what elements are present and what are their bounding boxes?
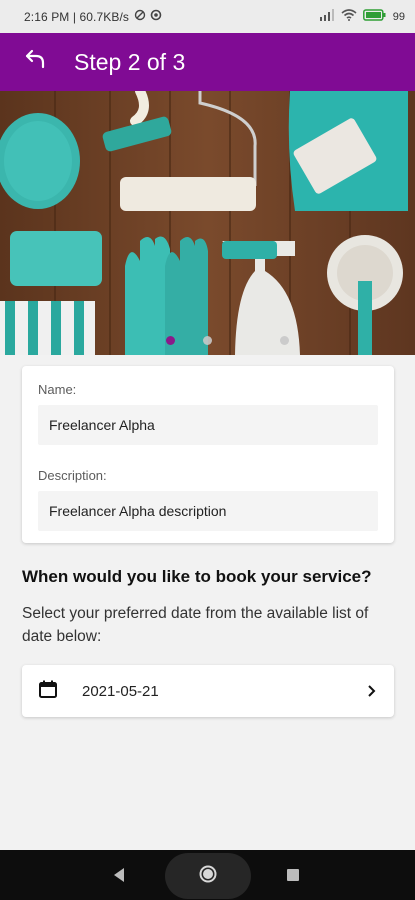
provider-info-card: Name: Freelancer Alpha Description: Free… [22, 366, 394, 543]
signal-icon [319, 9, 335, 24]
battery-icon [362, 9, 387, 24]
cleaning-supplies-photo [0, 91, 415, 355]
nav-home-button[interactable] [165, 853, 251, 899]
name-field: Freelancer Alpha [38, 405, 378, 445]
battery-level: 99 [392, 10, 405, 23]
data-saver-icon [134, 9, 146, 24]
page-title: Step 2 of 3 [74, 48, 186, 75]
system-nav-bar [0, 850, 415, 900]
nav-back-icon[interactable] [112, 867, 126, 888]
home-circle-icon [198, 864, 218, 889]
wifi-icon [341, 9, 357, 24]
back-arrow-icon [23, 48, 47, 77]
description-value: Freelancer Alpha description [49, 503, 227, 519]
status-time: 2:16 PM | 60.7KB/s [24, 9, 129, 24]
selected-date: 2021-05-21 [82, 682, 159, 700]
calendar-icon [38, 679, 58, 704]
nav-recents-icon[interactable] [287, 869, 299, 881]
date-selector[interactable]: 2021-05-21 [22, 665, 394, 717]
name-value: Freelancer Alpha [49, 417, 155, 433]
sync-icon [150, 9, 162, 24]
carousel-dot-1[interactable] [166, 336, 175, 345]
chevron-right-icon [366, 684, 378, 698]
booking-subheading: Select your preferred date from the avai… [22, 605, 369, 645]
app-bar: Step 2 of 3 [0, 33, 415, 91]
carousel-dot-2[interactable] [203, 336, 212, 345]
carousel-dot-3[interactable] [280, 336, 289, 345]
status-bar: 2:16 PM | 60.7KB/s 99 [0, 0, 415, 33]
description-field: Freelancer Alpha description [38, 491, 378, 531]
booking-heading: When would you like to book your service… [22, 567, 372, 586]
name-label: Name: [38, 382, 77, 397]
description-label: Description: [38, 468, 107, 483]
back-button[interactable] [6, 33, 64, 91]
image-carousel[interactable] [0, 91, 415, 355]
